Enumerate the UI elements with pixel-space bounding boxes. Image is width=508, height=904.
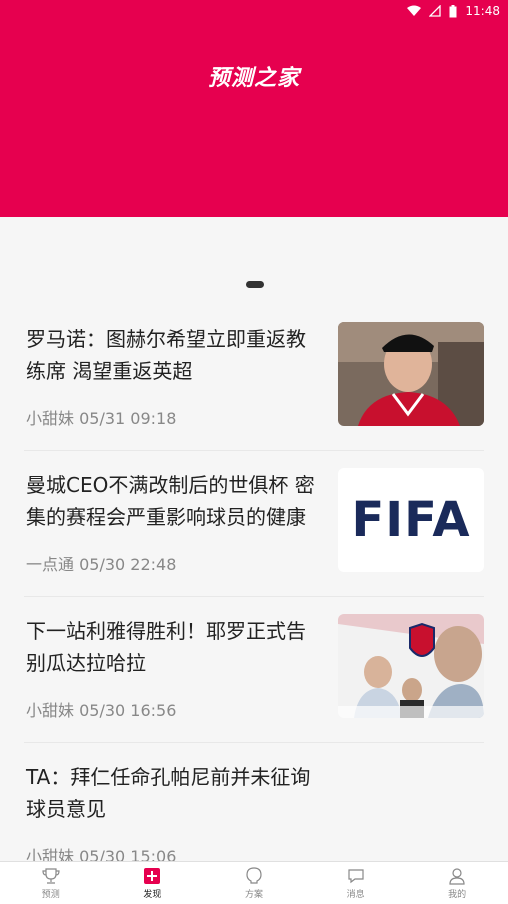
tab-discover[interactable]: 发现	[102, 862, 204, 904]
tab-label: 发现	[143, 889, 162, 900]
news-item[interactable]: 曼城CEO不满改制后的世俱杯 密集的赛程会严重影响球员的健康 一点通 05/30…	[0, 451, 508, 597]
news-item[interactable]: 罗马诺：图赫尔希望立即重返教练席 渴望重返英超 小甜妹 05/31 09:18	[0, 305, 508, 451]
news-author: 小甜妹	[26, 409, 75, 428]
news-thumbnail[interactable]: FIFA	[338, 468, 484, 572]
user-icon	[449, 867, 465, 885]
news-date: 05/30 16:56	[79, 701, 177, 720]
news-thumbnail[interactable]	[338, 614, 484, 718]
fifa-logo: FIFA	[351, 492, 471, 548]
tab-label: 我的	[448, 889, 467, 900]
news-meta: 一点通 05/30 22:48	[26, 551, 176, 575]
news-author: 一点通	[26, 555, 75, 574]
news-date: 05/31 09:18	[79, 409, 177, 428]
app-logo: 预测之家	[207, 66, 300, 91]
news-meta: 小甜妹 05/30 16:56	[26, 697, 176, 721]
news-meta: 小甜妹 05/31 09:18	[26, 405, 176, 429]
news-title: 曼城CEO不满改制后的世俱杯 密集的赛程会严重影响球员的健康	[26, 473, 315, 529]
news-title: 下一站利雅得胜利！耶罗正式告别瓜达拉哈拉	[26, 619, 306, 675]
trophy-icon	[42, 867, 60, 884]
news-title: 罗马诺：图赫尔希望立即重返教练席 渴望重返英超	[26, 327, 306, 383]
tab-label: 消息	[346, 889, 365, 900]
signal-icon	[429, 5, 442, 17]
news-author: 小甜妹	[26, 701, 75, 720]
status-bar: 11:48	[0, 0, 508, 22]
bottom-tab-bar: 预测 发现 方案 消息 我的	[0, 861, 508, 904]
banner-page-indicator	[246, 281, 264, 288]
tab-label: 预测	[41, 889, 60, 900]
news-title: TA：拜仁任命孔帕尼前并未征询球员意见	[26, 765, 311, 821]
news-thumbnail[interactable]	[338, 322, 484, 426]
news-date: 05/30 22:48	[79, 555, 177, 574]
discover-icon	[144, 867, 161, 884]
header-banner: 11:48 预测之家	[0, 0, 508, 217]
tab-plan[interactable]: 方案	[203, 862, 305, 904]
tab-label: 方案	[244, 889, 263, 900]
chat-icon	[347, 868, 364, 883]
bulb-icon	[246, 866, 262, 884]
tab-messages[interactable]: 消息	[305, 862, 407, 904]
wifi-icon	[407, 5, 422, 16]
tab-predict[interactable]: 预测	[0, 862, 102, 904]
tab-mine[interactable]: 我的	[406, 862, 508, 904]
news-item[interactable]: 下一站利雅得胜利！耶罗正式告别瓜达拉哈拉 小甜妹 05/30 16:56	[0, 597, 508, 743]
status-time: 11:48	[465, 4, 500, 18]
battery-icon	[449, 4, 457, 17]
